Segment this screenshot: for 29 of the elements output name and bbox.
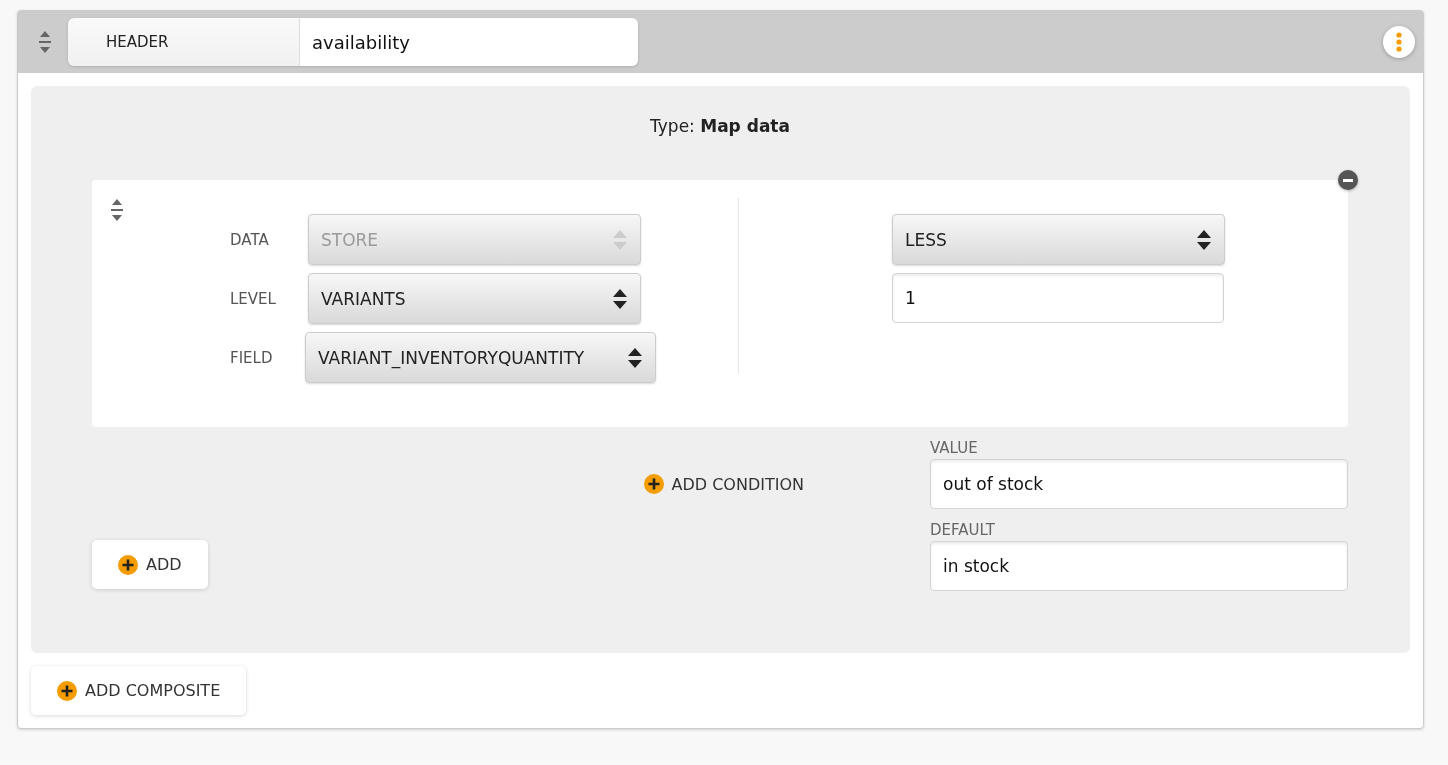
up-down-arrow-icon xyxy=(627,346,643,369)
header-name-field[interactable]: availability xyxy=(300,18,638,66)
add-condition-button[interactable]: ADD CONDITION xyxy=(643,459,804,509)
field-label: FIELD xyxy=(230,348,274,367)
operand-field[interactable]: 1 xyxy=(892,273,1224,323)
kebab-menu-icon xyxy=(1396,32,1402,52)
add-button[interactable]: ADD xyxy=(92,540,208,589)
select-dropdown[interactable]: VARIANTS xyxy=(308,273,641,324)
plus-icon xyxy=(643,474,664,494)
operator-dropdown[interactable]: LESS xyxy=(892,214,1225,265)
remove-button[interactable] xyxy=(1338,170,1358,190)
type-text: Type: Map data xyxy=(649,116,791,136)
field-label: VALUE xyxy=(930,439,979,457)
field-label: DATA xyxy=(230,230,270,249)
select-dropdown[interactable]: VARIANT_INVENTORYQUANTITY xyxy=(305,332,656,383)
plus-icon xyxy=(57,680,77,701)
drag-handle-icon[interactable] xyxy=(38,30,52,54)
up-down-arrow-icon xyxy=(612,287,628,310)
up-down-arrow-icon xyxy=(1196,228,1212,251)
add-composite-button[interactable]: ADD COMPOSITE xyxy=(31,666,247,715)
header-label: HEADER xyxy=(68,18,300,66)
up-down-arrow-icon xyxy=(612,228,628,251)
text-field[interactable]: in stock xyxy=(930,541,1348,591)
field-label: LEVEL xyxy=(230,289,277,308)
text-field[interactable]: out of stock xyxy=(930,459,1348,509)
field-label: DEFAULT xyxy=(930,521,996,539)
drag-handle-icon[interactable] xyxy=(110,198,124,222)
plus-icon xyxy=(118,554,138,575)
minus-icon xyxy=(1343,178,1353,182)
